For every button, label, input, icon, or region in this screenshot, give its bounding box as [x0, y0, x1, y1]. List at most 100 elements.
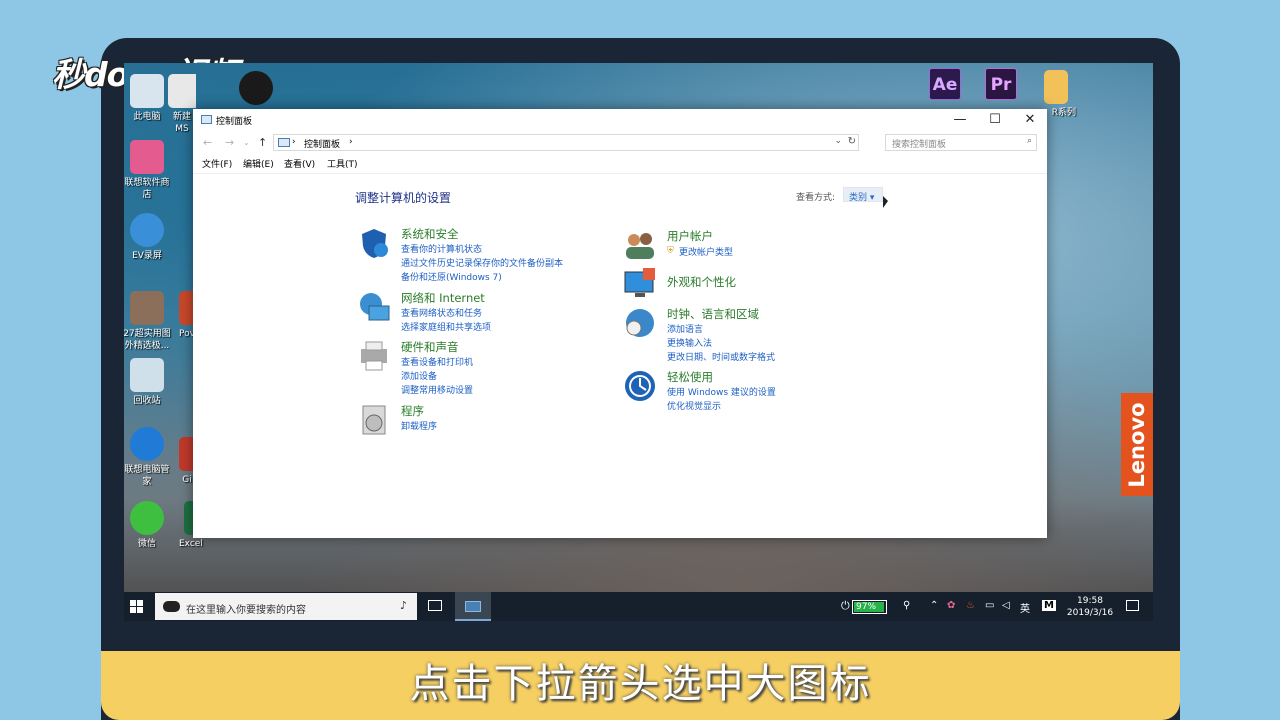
category-link[interactable]: 添加设备: [401, 369, 437, 382]
clock-globe-icon: [626, 309, 654, 337]
ime-language-indicator[interactable]: 英: [1020, 600, 1030, 615]
category-title[interactable]: 硬件和声音: [401, 339, 459, 355]
store-icon: [130, 140, 164, 174]
window-titlebar[interactable]: 控制面板 — ☐ ✕: [193, 109, 1047, 131]
ease-of-access-icon: [625, 371, 655, 401]
task-view-icon[interactable]: [428, 600, 442, 611]
desktop-icon-this-pc[interactable]: 此电脑: [124, 74, 173, 123]
windows-start-icon[interactable]: [130, 600, 143, 613]
menu-file[interactable]: 文件(F): [202, 157, 232, 170]
address-bar[interactable]: › 控制面板 › ⌄ ↻: [273, 134, 859, 151]
desktop-icon-lenovo-store[interactable]: 联想软件商店: [124, 140, 173, 201]
lenovo-logo: Lenovo: [1121, 393, 1153, 496]
breadcrumb-control-panel[interactable]: 控制面板: [304, 137, 340, 150]
mouse-cursor-icon: [883, 196, 888, 208]
microphone-icon[interactable]: ♪: [400, 599, 407, 612]
image-icon: [130, 291, 164, 325]
up-arrow-icon[interactable]: ↑: [258, 136, 267, 149]
minimize-button[interactable]: —: [943, 109, 977, 131]
category-link[interactable]: 查看你的计算机状态: [401, 242, 482, 255]
qq-icon: [239, 71, 273, 105]
taskbar-search-box[interactable]: 在这里输入你要搜索的内容 ♪: [155, 593, 417, 620]
clock-date: 2019/3/16: [1066, 608, 1114, 618]
premiere-icon[interactable]: Pr: [985, 68, 1017, 100]
users-icon: [626, 233, 654, 259]
document-icon: [168, 74, 196, 108]
control-panel-window: 控制面板 — ☐ ✕ ← → ⌄ ↑ › 控制面板 › ⌄ ↻ 搜索控制面板 ⌕…: [193, 109, 1047, 538]
menu-edit[interactable]: 编辑(E): [243, 157, 274, 170]
network-icon[interactable]: ▭: [985, 600, 994, 611]
category-link[interactable]: 使用 Windows 建议的设置: [667, 385, 776, 398]
category-link[interactable]: 更改日期、时间或数字格式: [667, 350, 775, 363]
category-link[interactable]: 卸载程序: [401, 419, 437, 432]
category-link[interactable]: 调整常用移动设置: [401, 383, 473, 396]
battery-indicator[interactable]: 97%: [852, 600, 887, 614]
search-control-panel-input[interactable]: 搜索控制面板 ⌕: [885, 134, 1037, 151]
desktop-icon-image-folder[interactable]: 27超实用图外精选极...: [124, 291, 173, 352]
control-panel-icon: [465, 601, 481, 612]
ime-mode-indicator[interactable]: M: [1042, 600, 1056, 611]
search-icon[interactable]: ⌕: [1027, 136, 1032, 146]
after-effects-icon[interactable]: Ae: [929, 68, 961, 100]
tray-app-icon[interactable]: ✿: [947, 600, 955, 611]
taskbar: 在这里输入你要搜索的内容 ♪ ⏻ 97% ⚲ ⌃ ✿ ♨ ▭ ◁ 英 M 19:…: [124, 592, 1153, 621]
show-hidden-icons-chevron-icon[interactable]: ⌃: [930, 600, 938, 611]
desktop-icon-lenovo-manager[interactable]: 联想电脑管家: [124, 427, 173, 488]
recycle-bin-icon: [130, 358, 164, 392]
desktop-icon-ev-recorder[interactable]: EV录屏: [124, 213, 173, 262]
category-title[interactable]: 程序: [401, 403, 424, 419]
window-title: 控制面板: [216, 117, 253, 127]
taskbar-clock[interactable]: 19:58 2019/3/16: [1064, 595, 1116, 619]
tray-app-icon[interactable]: ♨: [966, 600, 975, 611]
view-by-dropdown[interactable]: 类别 ▾: [843, 187, 883, 203]
category-title[interactable]: 网络和 Internet: [401, 290, 485, 306]
category-link[interactable]: 查看设备和打印机: [401, 355, 473, 368]
desktop-icon-new[interactable]: 新建 MS: [168, 74, 196, 135]
control-panel-icon: [278, 138, 290, 147]
computer-icon: [130, 74, 164, 108]
menu-tools[interactable]: 工具(T): [327, 157, 358, 170]
category-link[interactable]: 添加语言: [667, 322, 703, 335]
view-by-label: 查看方式:: [796, 193, 836, 203]
breadcrumb-separator[interactable]: ›: [349, 137, 353, 147]
desktop-icon-wechat[interactable]: 微信: [124, 501, 173, 550]
category-link[interactable]: 更改帐户类型: [679, 245, 733, 258]
action-center-icon[interactable]: [1126, 600, 1139, 611]
maximize-button[interactable]: ☐: [978, 109, 1012, 131]
category-link[interactable]: 通过文件历史记录保存你的文件备份副本: [401, 256, 563, 269]
folder-icon: [1044, 70, 1068, 104]
page-title: 调整计算机的设置: [355, 191, 452, 205]
control-panel-icon: [201, 115, 212, 124]
recent-chevron-icon[interactable]: ⌄: [243, 138, 250, 147]
lenovo-manager-icon: [130, 427, 164, 461]
ev-recorder-icon: [130, 213, 164, 247]
menu-view[interactable]: 查看(V): [284, 157, 315, 170]
volume-icon[interactable]: ◁: [1002, 600, 1010, 611]
refresh-icon[interactable]: ↻: [848, 136, 856, 147]
category-link[interactable]: 更换输入法: [667, 336, 712, 349]
power-plug-icon: ⏻: [841, 599, 850, 612]
category-link[interactable]: 选择家庭组和共享选项: [401, 320, 491, 333]
monitor-palette-icon: [624, 268, 655, 297]
forward-arrow-icon[interactable]: →: [225, 136, 234, 149]
breadcrumb-separator: ›: [292, 137, 296, 147]
back-arrow-icon[interactable]: ←: [203, 136, 212, 149]
caption-bar: 点击下拉箭头选中大图标: [101, 651, 1180, 720]
category-title[interactable]: 时钟、语言和区域: [667, 306, 759, 322]
category-title[interactable]: 用户帐户: [667, 228, 713, 244]
category-link[interactable]: 备份和还原(Windows 7): [401, 270, 502, 283]
close-button[interactable]: ✕: [1013, 109, 1047, 131]
video-caption: 点击下拉箭头选中大图标: [409, 661, 872, 707]
network-globe-icon: [360, 293, 390, 321]
category-title[interactable]: 轻松使用: [667, 369, 713, 385]
taskbar-control-panel[interactable]: [455, 592, 491, 621]
people-icon[interactable]: ⚲: [903, 600, 910, 611]
category-title[interactable]: 系统和安全: [401, 226, 459, 242]
control-panel-content: 调整计算机的设置 查看方式: 类别 ▾ 系统和安全 查看你的计算机状态 通过文件…: [193, 173, 1047, 538]
category-link[interactable]: 优化视觉显示: [667, 399, 721, 412]
category-title[interactable]: 外观和个性化: [667, 274, 736, 290]
desktop-icon-recycle-bin[interactable]: 回收站: [124, 358, 173, 407]
category-link[interactable]: 查看网络状态和任务: [401, 306, 482, 319]
desktop-icon-qq[interactable]: [236, 71, 276, 108]
address-dropdown-icon[interactable]: ⌄: [834, 136, 842, 146]
